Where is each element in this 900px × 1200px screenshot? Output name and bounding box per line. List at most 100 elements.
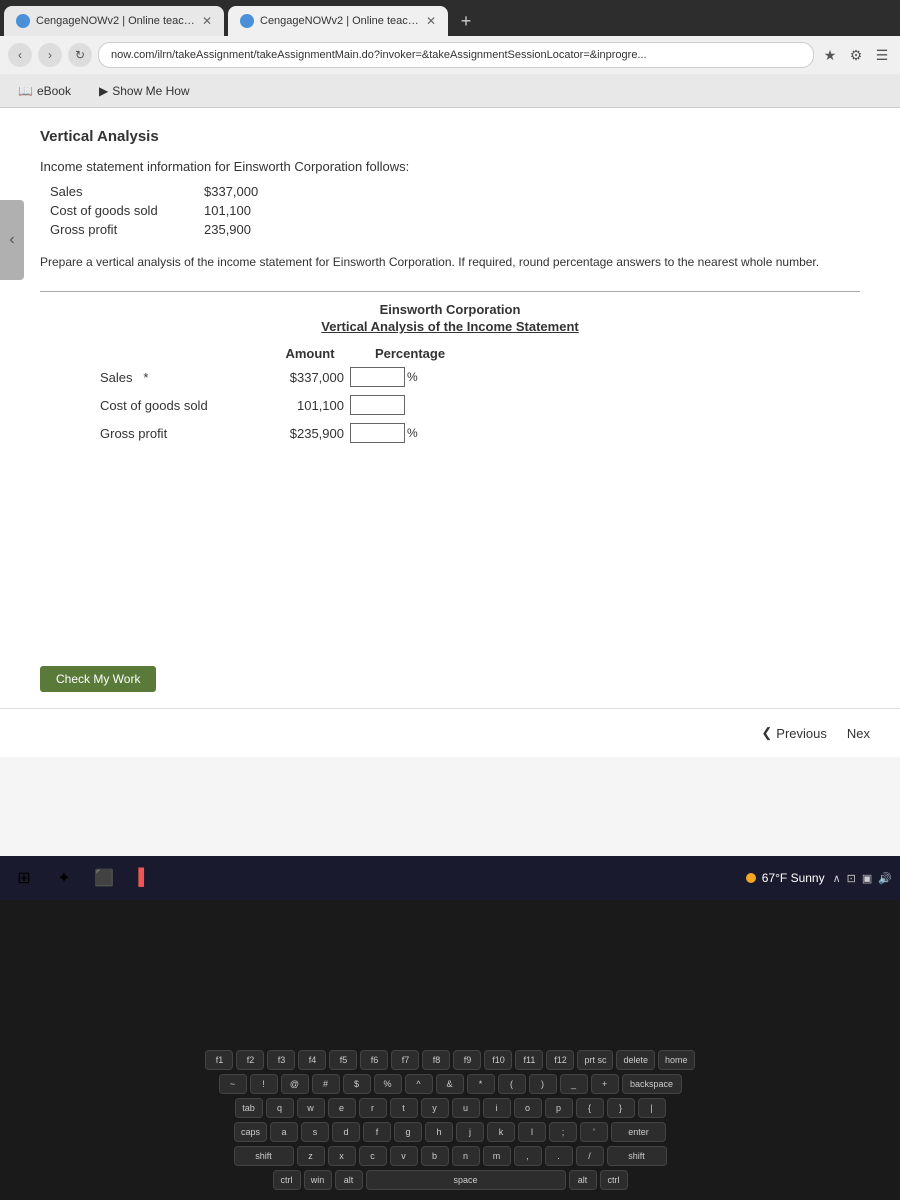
key-lctrl[interactable]: ctrl (273, 1170, 301, 1190)
key-ralt[interactable]: alt (569, 1170, 597, 1190)
key-f[interactable]: f (363, 1122, 391, 1142)
browser-tab-1[interactable]: CengageNOWv2 | Online teachin ✕ (4, 6, 224, 36)
check-my-work-button[interactable]: Check My Work (40, 666, 156, 692)
key-r[interactable]: r (359, 1098, 387, 1118)
key-4[interactable]: $ (343, 1074, 371, 1094)
key-u[interactable]: u (452, 1098, 480, 1118)
key-comma[interactable]: , (514, 1146, 542, 1166)
key-tab[interactable]: tab (235, 1098, 263, 1118)
key-7[interactable]: & (436, 1074, 464, 1094)
key-prtsc[interactable]: prt sc (577, 1050, 613, 1070)
key-n[interactable]: n (452, 1146, 480, 1166)
key-delete[interactable]: delete (616, 1050, 655, 1070)
key-d[interactable]: d (332, 1122, 360, 1142)
tab-close-1[interactable]: ✕ (202, 14, 212, 28)
key-8[interactable]: * (467, 1074, 495, 1094)
key-backspace[interactable]: backspace (622, 1074, 682, 1094)
key-e[interactable]: e (328, 1098, 356, 1118)
key-v[interactable]: v (390, 1146, 418, 1166)
key-w[interactable]: w (297, 1098, 325, 1118)
cogs-pct-input[interactable] (350, 395, 405, 415)
taskbar-icon-2[interactable]: ✦ (48, 862, 80, 894)
key-h[interactable]: h (425, 1122, 453, 1142)
key-f9[interactable]: f9 (453, 1050, 481, 1070)
key-rshift[interactable]: shift (607, 1146, 667, 1166)
next-button[interactable]: Nex (837, 722, 880, 745)
sales-pct-input[interactable] (350, 367, 405, 387)
key-1[interactable]: ! (250, 1074, 278, 1094)
key-f6[interactable]: f6 (360, 1050, 388, 1070)
key-9[interactable]: ( (498, 1074, 526, 1094)
key-quote[interactable]: ' (580, 1122, 608, 1142)
key-f7[interactable]: f7 (391, 1050, 419, 1070)
key-pipe[interactable]: | (638, 1098, 666, 1118)
key-s[interactable]: s (301, 1122, 329, 1142)
key-f4[interactable]: f4 (298, 1050, 326, 1070)
bookmark-icon[interactable]: ★ (820, 45, 840, 65)
key-f11[interactable]: f11 (515, 1050, 543, 1070)
key-minus[interactable]: _ (560, 1074, 588, 1094)
gross-profit-pct-input[interactable] (350, 423, 405, 443)
key-p[interactable]: p (545, 1098, 573, 1118)
key-f8[interactable]: f8 (422, 1050, 450, 1070)
start-button[interactable]: ⊞ (8, 862, 40, 894)
key-6[interactable]: ^ (405, 1074, 433, 1094)
key-f1[interactable]: f1 (205, 1050, 233, 1070)
key-o[interactable]: o (514, 1098, 542, 1118)
tab-close-2[interactable]: ✕ (426, 14, 436, 28)
key-lshift[interactable]: shift (234, 1146, 294, 1166)
extensions-icon[interactable]: ⚙ (846, 45, 866, 65)
key-caps[interactable]: caps (234, 1122, 267, 1142)
weather-icon (746, 873, 756, 883)
browser-tab-2[interactable]: CengageNOWv2 | Online teachin ✕ (228, 6, 448, 36)
key-win[interactable]: win (304, 1170, 332, 1190)
key-period[interactable]: . (545, 1146, 573, 1166)
key-f2[interactable]: f2 (236, 1050, 264, 1070)
key-5[interactable]: % (374, 1074, 402, 1094)
key-slash[interactable]: / (576, 1146, 604, 1166)
left-panel-arrow[interactable]: ‹ (0, 200, 24, 280)
key-home[interactable]: home (658, 1050, 695, 1070)
key-space[interactable]: space (366, 1170, 566, 1190)
key-i[interactable]: i (483, 1098, 511, 1118)
new-tab-button[interactable]: + (452, 7, 480, 35)
forward-button[interactable]: › (38, 43, 62, 67)
key-semicolon[interactable]: ; (549, 1122, 577, 1142)
key-c[interactable]: c (359, 1146, 387, 1166)
key-a[interactable]: a (270, 1122, 298, 1142)
key-3[interactable]: # (312, 1074, 340, 1094)
taskbar-icon-3[interactable]: ⬛ (88, 862, 120, 894)
key-tilde[interactable]: ~ (219, 1074, 247, 1094)
key-x[interactable]: x (328, 1146, 356, 1166)
key-f10[interactable]: f10 (484, 1050, 512, 1070)
key-0[interactable]: ) (529, 1074, 557, 1094)
key-j[interactable]: j (456, 1122, 484, 1142)
key-z[interactable]: z (297, 1146, 325, 1166)
key-plus[interactable]: + (591, 1074, 619, 1094)
key-g[interactable]: g (394, 1122, 422, 1142)
key-y[interactable]: y (421, 1098, 449, 1118)
key-enter[interactable]: enter (611, 1122, 666, 1142)
key-f12[interactable]: f12 (546, 1050, 574, 1070)
key-rbracket[interactable]: } (607, 1098, 635, 1118)
refresh-button[interactable]: ↻ (68, 43, 92, 67)
key-l[interactable]: l (518, 1122, 546, 1142)
key-rctrl[interactable]: ctrl (600, 1170, 628, 1190)
back-button[interactable]: ‹ (8, 43, 32, 67)
key-b[interactable]: b (421, 1146, 449, 1166)
ebook-button[interactable]: 📖 eBook (12, 82, 77, 100)
key-f5[interactable]: f5 (329, 1050, 357, 1070)
key-lalt[interactable]: alt (335, 1170, 363, 1190)
key-f3[interactable]: f3 (267, 1050, 295, 1070)
taskbar-icon-4[interactable]: ▌ (128, 862, 160, 894)
key-t[interactable]: t (390, 1098, 418, 1118)
key-k[interactable]: k (487, 1122, 515, 1142)
key-lbracket[interactable]: { (576, 1098, 604, 1118)
menu-icon[interactable]: ☰ (872, 45, 892, 65)
key-q[interactable]: q (266, 1098, 294, 1118)
key-m[interactable]: m (483, 1146, 511, 1166)
key-2[interactable]: @ (281, 1074, 309, 1094)
address-bar[interactable]: now.com/ilrn/takeAssignment/takeAssignme… (98, 42, 814, 68)
show-me-how-button[interactable]: ▶ Show Me How (93, 82, 196, 100)
previous-button[interactable]: ❮ Previous (751, 721, 836, 745)
